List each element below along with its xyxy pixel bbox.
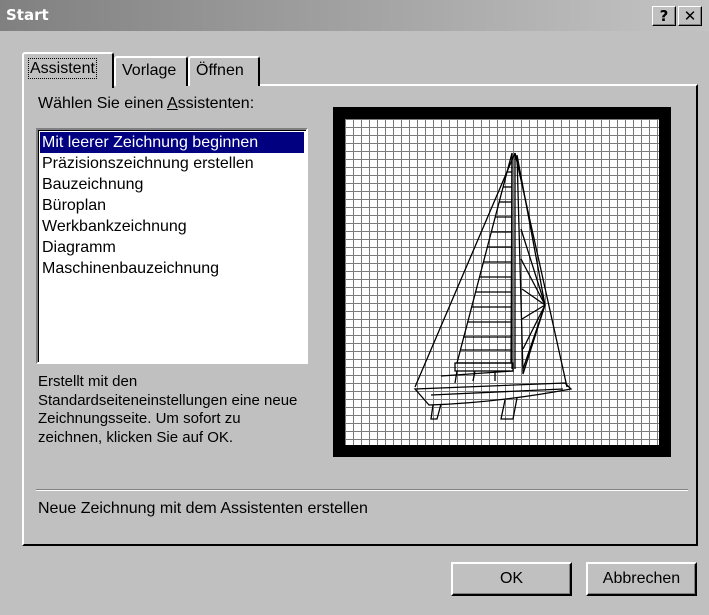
wizard-listbox[interactable]: Mit leerer Zeichnung beginnen Präzisions… (36, 128, 308, 364)
tab-oeffnen[interactable]: Öffnen (188, 56, 260, 86)
wizard-description: Erstellt mit den Standardseiteneinstellu… (38, 373, 298, 446)
tab-vorlage[interactable]: Vorlage (114, 56, 188, 86)
sailboat-drawing-icon (413, 152, 573, 420)
list-item[interactable]: Büroplan (38, 195, 306, 216)
status-text: Neue Zeichnung mit dem Assistenten erste… (38, 500, 368, 517)
list-item[interactable]: Werkbankzeichnung (38, 216, 306, 237)
list-item[interactable]: Bauzeichnung (38, 174, 306, 195)
cancel-button[interactable]: Abbrechen (586, 562, 697, 596)
close-icon: ✕ (683, 7, 697, 25)
close-button[interactable]: ✕ (678, 6, 702, 26)
tab-oeffnen-label: Öffnen (196, 62, 244, 79)
list-item[interactable]: Diagramm (38, 237, 306, 258)
help-button[interactable]: ? (652, 6, 676, 26)
tab-assistent-label: Assistent (28, 58, 97, 79)
window-title: Start (6, 6, 49, 24)
wizard-prompt-label: Wählen Sie einen Assistenten: (38, 95, 254, 113)
preview-grid (345, 119, 659, 445)
wizard-prompt-start: Wählen Sie einen (38, 95, 167, 112)
list-item[interactable]: Maschinenbauzeichnung (38, 258, 306, 279)
tab-vorlage-label: Vorlage (122, 62, 177, 79)
list-item[interactable]: Mit leerer Zeichnung beginnen (40, 132, 304, 153)
wizard-prompt-end: ssistenten: (177, 95, 255, 112)
list-item[interactable]: Präzisionszeichnung erstellen (38, 153, 306, 174)
title-bar[interactable]: Start ? ✕ (0, 0, 709, 31)
ok-button[interactable]: OK (451, 562, 572, 596)
wizard-prompt-mnemonic: A (166, 95, 178, 112)
separator (36, 489, 688, 491)
tab-assistent[interactable]: Assistent (22, 52, 114, 88)
preview-frame (333, 107, 671, 457)
